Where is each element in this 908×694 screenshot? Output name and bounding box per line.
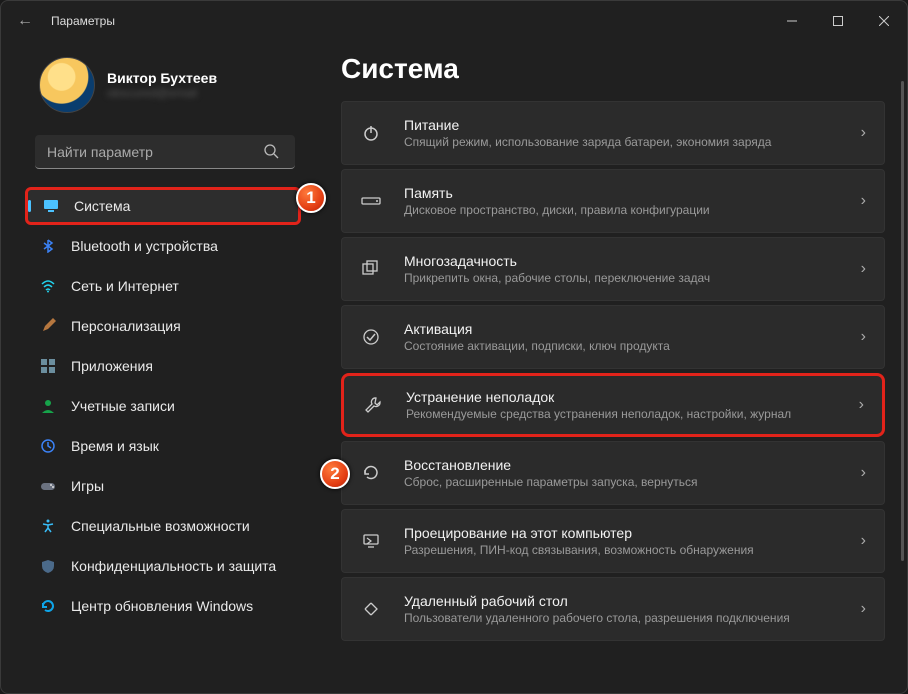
card-title: Активация: [404, 321, 839, 337]
sidebar-item-gamepad[interactable]: Игры: [25, 467, 301, 505]
user-profile[interactable]: Виктор Бухтеев obscured@email: [21, 51, 301, 131]
chevron-right-icon: ›: [861, 464, 866, 482]
card-subtitle: Состояние активации, подписки, ключ прод…: [404, 339, 839, 353]
card-subtitle: Сброс, расширенные параметры запуска, ве…: [404, 475, 839, 489]
card-title: Восстановление: [404, 457, 839, 473]
wrench-icon: [362, 396, 384, 414]
sidebar-item-shield[interactable]: Конфиденциальность и защита: [25, 547, 301, 585]
card-subtitle: Прикрепить окна, рабочие столы, переключ…: [404, 271, 839, 285]
apps-icon: [39, 357, 57, 375]
sidebar-item-label: Конфиденциальность и защита: [71, 558, 276, 574]
sidebar-item-label: Специальные возможности: [71, 518, 250, 534]
settings-card-multitask[interactable]: Многозадачность Прикрепить окна, рабочие …: [341, 237, 885, 301]
page-title: Система: [341, 53, 885, 85]
card-title: Память: [404, 185, 839, 201]
nav-list: Система Bluetooth и устройства Сеть и Инте…: [21, 187, 301, 625]
sidebar-item-label: Учетные записи: [71, 398, 175, 414]
sidebar-item-label: Bluetooth и устройства: [71, 238, 218, 254]
annotation-badge-2: 2: [320, 459, 350, 489]
card-list: Питание Спящий режим, использование заряд…: [341, 101, 885, 641]
card-subtitle: Пользователи удаленного рабочего стола, …: [404, 611, 839, 625]
person-icon: [39, 397, 57, 415]
window-controls: [769, 1, 907, 41]
card-title: Удаленный рабочий стол: [404, 593, 839, 609]
window-title: Параметры: [51, 14, 115, 28]
chevron-right-icon: ›: [861, 532, 866, 550]
bluetooth-icon: [39, 237, 57, 255]
sidebar-item-accessibility[interactable]: Специальные возможности: [25, 507, 301, 545]
project-icon: [360, 532, 382, 550]
card-subtitle: Дисковое пространство, диски, правила ко…: [404, 203, 839, 217]
user-name: Виктор Бухтеев: [107, 70, 217, 86]
sidebar-item-label: Система: [74, 198, 130, 214]
sidebar-item-label: Приложения: [71, 358, 153, 374]
gamepad-icon: [39, 477, 57, 495]
annotation-badge-1: 1: [296, 183, 326, 213]
wifi-icon: [39, 277, 57, 295]
sidebar-item-apps[interactable]: Приложения: [25, 347, 301, 385]
chevron-right-icon: ›: [861, 124, 866, 142]
card-subtitle: Разрешения, ПИН-код связывания, возможно…: [404, 543, 839, 557]
titlebar: ← Параметры: [1, 1, 907, 41]
check-icon: [360, 328, 382, 346]
settings-card-storage[interactable]: Память Дисковое пространство, диски, прав…: [341, 169, 885, 233]
sidebar-item-brush[interactable]: Персонализация: [25, 307, 301, 345]
avatar: [39, 57, 95, 113]
monitor-icon: [42, 197, 60, 215]
sidebar: Виктор Бухтеев obscured@email Система Blu…: [1, 41, 311, 693]
accessibility-icon: [39, 517, 57, 535]
chevron-right-icon: ›: [861, 192, 866, 210]
card-subtitle: Рекомендуемые средства устранения непола…: [406, 407, 837, 421]
chevron-right-icon: ›: [861, 260, 866, 278]
chevron-right-icon: ›: [861, 600, 866, 618]
sidebar-item-label: Персонализация: [71, 318, 181, 334]
scrollbar[interactable]: [900, 81, 904, 683]
sidebar-item-update[interactable]: Центр обновления Windows: [25, 587, 301, 625]
card-title: Многозадачность: [404, 253, 839, 269]
card-title: Проецирование на этот компьютер: [404, 525, 839, 541]
remote-icon: [360, 600, 382, 618]
card-title: Устранение неполадок: [406, 389, 837, 405]
settings-card-remote[interactable]: Удаленный рабочий стол Пользователи удале…: [341, 577, 885, 641]
sidebar-item-label: Сеть и Интернет: [71, 278, 179, 294]
power-icon: [360, 124, 382, 142]
card-title: Питание: [404, 117, 839, 133]
sidebar-item-label: Время и язык: [71, 438, 159, 454]
sidebar-item-monitor[interactable]: Система: [25, 187, 301, 225]
sidebar-item-bluetooth[interactable]: Bluetooth и устройства: [25, 227, 301, 265]
sidebar-item-label: Центр обновления Windows: [71, 598, 253, 614]
sidebar-item-person[interactable]: Учетные записи: [25, 387, 301, 425]
minimize-button[interactable]: [769, 1, 815, 41]
shield-icon: [39, 557, 57, 575]
settings-card-recovery[interactable]: Восстановление Сброс, расширенные парамет…: [341, 441, 885, 505]
settings-window: ← Параметры Виктор Бухтеев obscured@emai…: [0, 0, 908, 694]
close-button[interactable]: [861, 1, 907, 41]
clock-icon: [39, 437, 57, 455]
settings-card-wrench[interactable]: Устранение неполадок Рекомендуемые средст…: [341, 373, 885, 437]
multitask-icon: [360, 260, 382, 278]
sidebar-item-label: Игры: [71, 478, 104, 494]
card-subtitle: Спящий режим, использование заряда батар…: [404, 135, 839, 149]
settings-card-check[interactable]: Активация Состояние активации, подписки, …: [341, 305, 885, 369]
storage-icon: [360, 194, 382, 208]
settings-card-project[interactable]: Проецирование на этот компьютер Разрешени…: [341, 509, 885, 573]
sidebar-item-clock[interactable]: Время и язык: [25, 427, 301, 465]
search-input[interactable]: [35, 135, 295, 169]
update-icon: [39, 597, 57, 615]
scroll-thumb[interactable]: [901, 81, 904, 561]
user-email: obscured@email: [107, 86, 217, 100]
sidebar-item-wifi[interactable]: Сеть и Интернет: [25, 267, 301, 305]
maximize-button[interactable]: [815, 1, 861, 41]
chevron-right-icon: ›: [861, 328, 866, 346]
recovery-icon: [360, 464, 382, 482]
main-panel: Система Питание Спящий режим, использован…: [311, 41, 907, 693]
settings-card-power[interactable]: Питание Спящий режим, использование заряд…: [341, 101, 885, 165]
back-button[interactable]: ←: [17, 12, 33, 30]
brush-icon: [39, 317, 57, 335]
chevron-right-icon: ›: [859, 396, 864, 414]
